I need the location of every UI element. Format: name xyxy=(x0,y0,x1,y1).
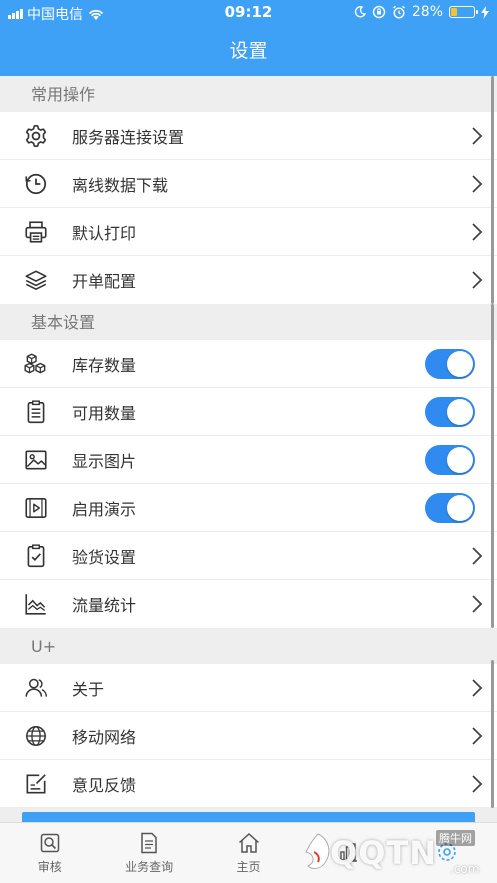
line-chart-icon xyxy=(25,594,46,615)
row-label: 离线数据下载 xyxy=(72,175,169,195)
chevron-right-icon xyxy=(472,174,483,193)
chevron-right-icon xyxy=(472,546,483,565)
image-icon xyxy=(25,450,47,469)
tab-report[interactable] xyxy=(298,823,397,883)
row-show-image[interactable]: 显示图片 xyxy=(0,436,497,484)
home-icon xyxy=(238,832,259,853)
settings-list[interactable]: 常用操作 服务器连接设置 离线数据下载 默认打印 开单配置 基本设置 库存数量 … xyxy=(0,76,497,820)
row-default-print[interactable]: 默认打印 xyxy=(0,208,497,256)
show-image-toggle[interactable] xyxy=(425,444,475,475)
printer-icon xyxy=(25,220,47,243)
section-header-basic: 基本设置 xyxy=(0,304,497,340)
layers-icon xyxy=(25,270,47,291)
gear-icon xyxy=(25,124,47,147)
rotation-lock-icon xyxy=(372,5,386,19)
chevron-right-icon xyxy=(472,595,483,613)
charging-bolt-icon xyxy=(481,5,489,19)
audit-icon xyxy=(40,833,59,853)
tab-bar: 审核 业务查询 主页 xyxy=(0,822,497,883)
row-order-config[interactable]: 开单配置 xyxy=(0,76,497,304)
nav-bar: 设置 xyxy=(0,26,497,76)
row-label: 服务器连接设置 xyxy=(72,127,185,147)
row-label: 开单配置 xyxy=(72,272,137,291)
row-label: 显示图片 xyxy=(72,451,137,471)
battery-fill xyxy=(451,8,457,16)
status-right: 28% xyxy=(354,4,489,20)
chevron-right-icon xyxy=(472,726,483,745)
globe-icon xyxy=(26,725,46,746)
row-label: 验货设置 xyxy=(72,547,137,567)
row-label: 启用演示 xyxy=(72,499,137,519)
tab-label: 主页 xyxy=(236,860,261,874)
row-stock-quantity[interactable]: 库存数量 xyxy=(0,340,497,388)
chevron-right-icon xyxy=(472,678,483,697)
row-label: 意见反馈 xyxy=(72,775,137,795)
chart-icon xyxy=(338,842,357,862)
status-bar: 中国电信 09:12 28% xyxy=(0,0,497,26)
tab-label: 业务查询 xyxy=(125,860,174,874)
chevron-right-icon xyxy=(472,774,483,793)
row-feedback[interactable]: 意见反馈 xyxy=(0,660,497,808)
battery-icon xyxy=(449,6,478,18)
row-mobile-network[interactable]: 移动网络 xyxy=(0,712,497,760)
tab-label: 审核 xyxy=(37,860,62,874)
row-traffic-stats[interactable]: 流量统计 xyxy=(0,304,497,628)
row-label: 默认打印 xyxy=(72,223,137,243)
toggle-knob xyxy=(447,398,473,425)
video-icon xyxy=(25,497,47,518)
row-about[interactable]: 关于 xyxy=(0,664,497,712)
row-inspection-settings[interactable]: 验货设置 xyxy=(0,532,497,580)
row-label: 移动网络 xyxy=(72,727,137,747)
chevron-right-icon xyxy=(472,126,483,145)
settings-tab-icon xyxy=(438,842,457,861)
tab-home[interactable]: 主页 xyxy=(199,823,298,883)
battery-percent: 28% xyxy=(411,4,443,20)
available-quantity-toggle[interactable] xyxy=(425,396,475,427)
section-header-uplus: U+ xyxy=(0,628,497,664)
tab-business-query[interactable]: 业务查询 xyxy=(99,823,198,883)
row-label: 流量统计 xyxy=(72,596,137,615)
enable-demo-toggle[interactable] xyxy=(425,492,475,523)
chevron-right-icon xyxy=(472,222,483,241)
feedback-icon xyxy=(26,773,46,793)
scroll-indicator xyxy=(491,660,494,808)
row-enable-demo[interactable]: 启用演示 xyxy=(0,484,497,532)
scroll-indicator xyxy=(491,304,494,628)
row-server-connection[interactable]: 服务器连接设置 xyxy=(0,112,497,160)
scroll-indicator xyxy=(491,76,494,304)
section-header-common: 常用操作 xyxy=(0,76,497,112)
document-icon xyxy=(141,832,157,854)
row-offline-download[interactable]: 离线数据下载 xyxy=(0,160,497,208)
clipboard-list-icon xyxy=(27,399,45,423)
stock-quantity-toggle[interactable] xyxy=(425,348,475,379)
tab-settings[interactable] xyxy=(398,823,497,883)
chevron-right-icon xyxy=(472,271,483,289)
alarm-icon xyxy=(392,5,405,19)
clipboard-check-icon xyxy=(27,543,45,567)
page-title: 设置 xyxy=(229,40,268,62)
logout-button-edge[interactable] xyxy=(22,812,475,822)
moon-icon xyxy=(354,6,366,18)
row-label: 库存数量 xyxy=(72,355,137,375)
boxes-icon xyxy=(24,353,46,373)
row-label: 关于 xyxy=(72,679,105,699)
toggle-knob xyxy=(447,494,473,521)
tab-audit[interactable]: 审核 xyxy=(0,823,99,883)
clock-icon xyxy=(25,173,47,194)
toggle-knob xyxy=(447,350,473,377)
users-icon xyxy=(25,678,47,697)
row-available-quantity[interactable]: 可用数量 xyxy=(0,388,497,436)
toggle-knob xyxy=(447,446,473,473)
row-label: 可用数量 xyxy=(72,403,137,423)
